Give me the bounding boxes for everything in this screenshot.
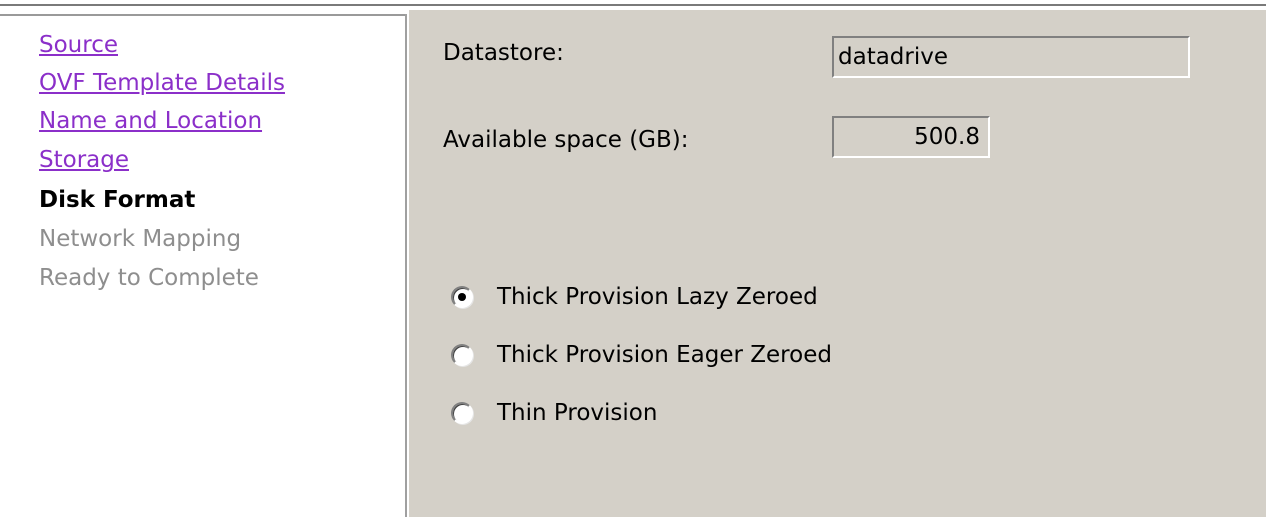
wizard-steps-sidebar: Source OVF Template Details Name and Loc… [0, 10, 405, 517]
radio-selected-dot [458, 293, 466, 301]
radio-option-thin-provision[interactable]: Thin Provision [451, 398, 657, 428]
radio-label-thin-provision: Thin Provision [497, 400, 658, 426]
radio-option-thick-lazy-zeroed[interactable]: Thick Provision Lazy Zeroed [451, 282, 818, 312]
available-space-field: 500.8 [832, 116, 990, 158]
radio-label-thick-eager-zeroed: Thick Provision Eager Zeroed [497, 342, 832, 368]
nav-step-network-mapping: Network Mapping [39, 226, 242, 252]
window-top-border [0, 0, 1266, 10]
radio-option-thick-eager-zeroed[interactable]: Thick Provision Eager Zeroed [451, 340, 832, 370]
datastore-label: Datastore: [443, 40, 564, 66]
datastore-field: datadrive [832, 36, 1190, 78]
top-border-line [0, 4, 1266, 6]
sidebar-top-divider [0, 14, 405, 16]
nav-step-source[interactable]: Source [39, 30, 118, 60]
radio-button-unchecked[interactable] [451, 344, 473, 366]
radio-button-checked[interactable] [451, 286, 473, 308]
radio-button-unchecked[interactable] [451, 402, 473, 424]
radio-label-thick-lazy-zeroed: Thick Provision Lazy Zeroed [497, 284, 818, 310]
available-space-label: Available space (GB): [443, 127, 689, 153]
nav-step-ovf-template-details[interactable]: OVF Template Details [39, 68, 285, 98]
nav-step-disk-format: Disk Format [39, 187, 196, 213]
nav-step-storage[interactable]: Storage [39, 145, 129, 175]
disk-format-panel [409, 10, 1266, 517]
nav-step-name-and-location[interactable]: Name and Location [39, 106, 262, 136]
nav-step-ready-to-complete: Ready to Complete [39, 265, 259, 291]
